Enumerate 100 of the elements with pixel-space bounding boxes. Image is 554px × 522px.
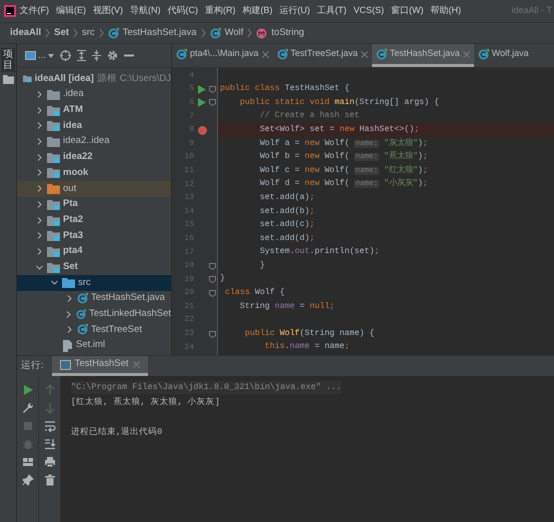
fold-icon[interactable] [209, 86, 216, 93]
chevron-icon [98, 28, 104, 38]
root-path: C:\Users\DJ [120, 72, 171, 86]
collapse-all-icon[interactable] [92, 50, 101, 61]
menu-item[interactable]: 代码(C) [164, 4, 202, 18]
tree-item[interactable]: mook [63, 166, 88, 180]
scroll-to-end-icon[interactable] [44, 438, 56, 450]
tree-item[interactable]: TestHashSet.java [91, 291, 165, 306]
code-line: set.add(c); [258, 219, 315, 232]
module-folder-icon [47, 214, 60, 226]
menu-item[interactable]: 视图(V) [90, 4, 126, 18]
breadcrumb-item[interactable]: src [82, 26, 95, 40]
crosshair-icon[interactable] [60, 50, 71, 61]
close-icon[interactable] [262, 50, 269, 58]
fold-icon[interactable] [209, 276, 216, 284]
code-line: public static void main(String[] args) { [238, 96, 440, 109]
side-tab[interactable]: 项目 [1, 48, 15, 72]
class-icon [176, 48, 187, 60]
tree-item[interactable]: .idea [63, 87, 84, 102]
tree-item[interactable]: idea2..idea [63, 134, 110, 149]
tree-item[interactable]: ATM [63, 103, 83, 118]
console-command: "C:\Program Files\Java\jdk1.8.0_321\bin\java.exe" ... [71, 381, 342, 394]
editor-tab[interactable]: Wolf.java [474, 44, 533, 67]
close-icon[interactable] [360, 50, 368, 58]
print-icon[interactable] [44, 456, 56, 468]
menu-item[interactable]: 帮助(H) [427, 4, 465, 18]
run-icon[interactable] [22, 384, 34, 396]
code-line: } [258, 260, 265, 272]
fold-icon[interactable] [209, 99, 216, 106]
module-folder-icon [23, 73, 32, 84]
module-folder-icon [47, 262, 60, 273]
class-icon [76, 308, 86, 320]
panel-label: 运行: [21, 358, 44, 373]
breadcrumb-item[interactable]: toString [271, 26, 304, 40]
folder-icon [47, 183, 60, 194]
module-folder-icon [47, 198, 60, 210]
tree-item[interactable]: ideaAll [idea] [34, 72, 94, 86]
settings-icon[interactable] [106, 50, 118, 61]
menu-item[interactable]: 窗口(W) [388, 4, 428, 18]
run-icon[interactable] [198, 98, 206, 108]
folder-icon [47, 89, 60, 100]
tree-item[interactable]: src [78, 276, 91, 290]
layout-icon[interactable] [22, 456, 34, 468]
method-icon [256, 28, 268, 38]
breadcrumb-item[interactable]: Set [54, 26, 69, 40]
chevron-icon [247, 28, 252, 38]
breadcrumb-item[interactable]: ideaAll [10, 26, 42, 40]
breadcrumb-item[interactable]: TestHashSet.java [122, 26, 197, 40]
soft-wrap-icon[interactable] [44, 420, 56, 432]
minimize-icon[interactable] [124, 54, 134, 57]
tree-item[interactable]: Set.iml [76, 338, 106, 353]
chevron-icon [200, 28, 206, 38]
wrench-icon[interactable] [22, 402, 34, 414]
tree-item[interactable]: TestTreeSet [91, 322, 142, 337]
file-icon [62, 340, 73, 352]
module-folder-icon [47, 246, 60, 257]
tree-item[interactable]: TestLinkedHashSet [89, 307, 171, 322]
menu-item[interactable]: VCS(S) [350, 4, 388, 18]
run-tab[interactable]: TestHashSet [52, 356, 148, 376]
code-line: class Wolf { [224, 287, 285, 300]
tree-item[interactable]: out [63, 182, 76, 196]
fold-icon[interactable] [209, 290, 216, 297]
code-line: set.add(b); [258, 206, 315, 218]
pin-icon[interactable] [22, 474, 34, 486]
editor-tab[interactable]: TestTreeSet.java [272, 44, 372, 67]
code-line: } [220, 273, 225, 286]
code-line: Set<Wolf> set = new HashSet<>(); [258, 124, 420, 136]
menu-item[interactable]: 导航(N) [126, 4, 164, 18]
view-dropdown[interactable]: ... [25, 50, 54, 60]
fold-icon[interactable] [209, 262, 216, 270]
expand-all-icon[interactable] [76, 50, 86, 61]
menu-item[interactable]: 构建(B) [239, 4, 276, 18]
breadcrumb-item[interactable]: Wolf [224, 26, 244, 40]
module-folder-icon [47, 104, 60, 116]
trash-icon[interactable] [44, 474, 56, 486]
menu-item[interactable]: 编辑(E) [52, 4, 90, 18]
tree-item[interactable]: Set [63, 260, 78, 274]
fold-icon[interactable] [209, 330, 216, 338]
tree-item[interactable]: Pta3 [63, 228, 84, 243]
code-line: // Create a hash set [258, 110, 360, 122]
run-icon[interactable] [198, 84, 206, 94]
editor-tab[interactable]: pta4\...\Main.java [172, 44, 273, 67]
tree-row[interactable]: src [17, 274, 171, 291]
tree-item[interactable]: pta4 [63, 244, 83, 259]
breakpoint-icon[interactable] [198, 126, 206, 135]
menu-item[interactable]: 运行(U) [276, 4, 314, 18]
tree-item[interactable]: idea [63, 118, 82, 134]
code-line: set.add(a); [258, 192, 315, 204]
window-icon [25, 51, 36, 60]
tree-item[interactable]: idea22 [63, 150, 93, 164]
menu-item[interactable]: 工具(T) [314, 4, 350, 18]
module-folder-icon [47, 120, 60, 132]
menu-item[interactable]: 文件(F) [16, 4, 52, 18]
console-output: [红太狼, 蕉太狼, 灰太狼, 小灰灰] [71, 396, 220, 409]
module-folder-icon [47, 230, 60, 242]
menu-item[interactable]: 重构(R) [202, 4, 239, 18]
tree-item[interactable]: Pta [63, 197, 78, 212]
editor-tab[interactable]: TestHashSet.java [372, 44, 474, 67]
tree-item[interactable]: Pta2 [63, 212, 84, 228]
class-icon [478, 48, 489, 60]
